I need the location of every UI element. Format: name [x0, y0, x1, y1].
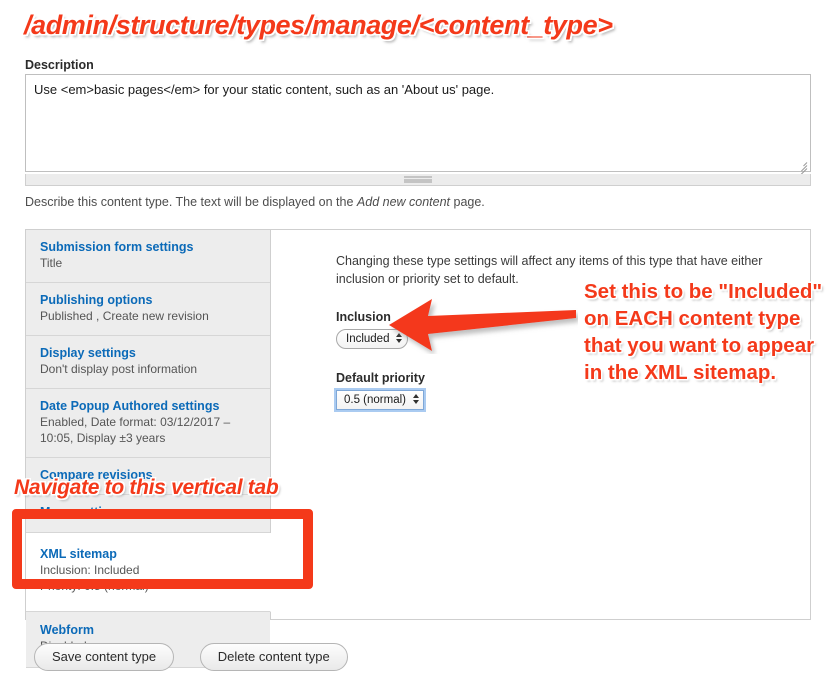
tab-summary: Title	[40, 256, 63, 271]
sidebar-item-publishing-options[interactable]: Publishing options Published , Create ne…	[26, 283, 270, 337]
tab-title: XML sitemap	[40, 546, 117, 561]
tab-title: Menu settings	[40, 505, 125, 520]
vertical-tabs-list: Submission form settings Title Publishin…	[26, 230, 271, 668]
description-textarea[interactable]	[25, 74, 811, 172]
inclusion-select-value: Included	[346, 333, 390, 346]
tab-title: Webform	[40, 622, 94, 637]
tab-summary: Inclusion: Included Priority: 0.5 (norma…	[40, 562, 149, 593]
stepper-arrows-icon	[413, 394, 419, 405]
inclusion-select[interactable]: Included	[336, 329, 409, 350]
sidebar-item-xml-sitemap[interactable]: XML sitemap Inclusion: Included Priority…	[26, 532, 271, 612]
sidebar-item-date-popup-authored-settings[interactable]: Date Popup Authored settings Enabled, Da…	[26, 389, 270, 459]
delete-content-type-button[interactable]: Delete content type	[199, 643, 348, 671]
sidebar-item-display-settings[interactable]: Display settings Don't display post info…	[26, 336, 270, 390]
tab-title: Date Popup Authored settings	[40, 399, 220, 414]
annotation-navigate-note: Navigate to this vertical tab	[14, 476, 279, 499]
save-content-type-button[interactable]: Save content type	[34, 643, 175, 671]
annotation-inclusion-note: Set this to be "Included" on EACH conten…	[584, 280, 823, 385]
sidebar-item-menu-settings[interactable]: Menu settings	[26, 495, 270, 533]
form-actions: Save content type Delete content type	[34, 643, 348, 671]
tab-summary: Published , Create new revision	[40, 309, 209, 324]
tab-title: Display settings	[40, 346, 136, 361]
description-help-before: Describe this content type. The text wil…	[25, 195, 357, 209]
tab-title: Submission form settings	[40, 240, 194, 254]
default-priority-select[interactable]: 0.5 (normal)	[336, 390, 424, 411]
description-help-after: page.	[450, 195, 485, 209]
default-priority-select-value: 0.5 (normal)	[344, 394, 406, 407]
tab-title: Publishing options	[40, 293, 153, 308]
description-help-text: Describe this content type. The text wil…	[25, 195, 485, 209]
tab-summary: Enabled, Date format: 03/12/2017 – 10:05…	[40, 415, 231, 446]
grabber-lines-icon	[404, 175, 432, 184]
sidebar-item-submission-form-settings[interactable]: Submission form settings Title	[26, 230, 270, 284]
stepper-arrows-icon	[396, 333, 403, 344]
description-label: Description	[25, 58, 94, 72]
description-help-emphasis: Add new content	[356, 195, 451, 209]
textarea-grabber-handle[interactable]	[25, 174, 811, 186]
tab-summary: Don't display post information	[40, 362, 198, 377]
annotation-path-title: /admin/structure/types/manage/<content_t…	[24, 10, 613, 40]
